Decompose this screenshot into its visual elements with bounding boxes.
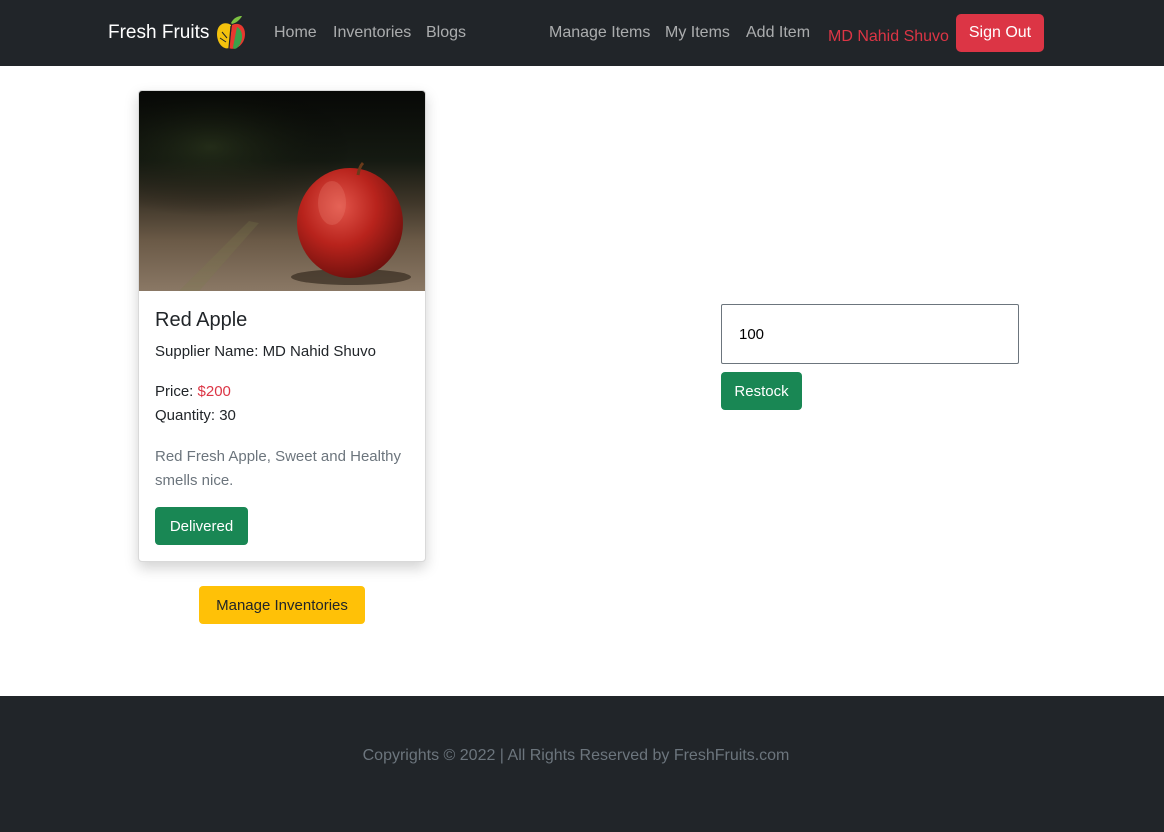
page-footer: Copyrights © 2022 | All Rights Reserved … bbox=[0, 696, 1164, 832]
sign-out-button[interactable]: Sign Out bbox=[956, 14, 1044, 52]
manage-inventories-button[interactable]: Manage Inventories bbox=[199, 586, 365, 624]
brand-name: Fresh Fruits bbox=[108, 22, 210, 43]
supplier-label: Supplier Name: bbox=[155, 343, 263, 360]
restock-button[interactable]: Restock bbox=[721, 372, 802, 410]
nav-my-items-link[interactable]: My Items bbox=[665, 22, 730, 44]
apple-logo-icon bbox=[217, 16, 246, 49]
nav-home-link[interactable]: Home bbox=[274, 22, 317, 44]
nav-blogs-link[interactable]: Blogs bbox=[426, 22, 466, 44]
item-price: Price: $200 bbox=[155, 383, 231, 400]
item-name: Red Apple bbox=[155, 309, 248, 331]
delivered-button[interactable]: Delivered bbox=[155, 507, 248, 545]
top-navbar: Fresh Fruits Home Inventories Blogs Mana… bbox=[0, 0, 1164, 66]
nav-inventories-link[interactable]: Inventories bbox=[333, 22, 411, 44]
item-supplier: Supplier Name: MD Nahid Shuvo bbox=[155, 343, 376, 360]
price-label: Price: bbox=[155, 383, 198, 400]
inventory-item-card: Red Apple Supplier Name: MD Nahid Shuvo … bbox=[138, 90, 426, 562]
footer-copyright: Copyrights © 2022 | All Rights Reserved … bbox=[362, 747, 790, 764]
item-quantity: Quantity: 30 bbox=[155, 407, 236, 424]
quantity-label: Quantity: bbox=[155, 407, 220, 424]
nav-add-item-link[interactable]: Add Item bbox=[746, 22, 810, 44]
red-apple-image bbox=[139, 91, 425, 291]
brand-link[interactable]: Fresh Fruits bbox=[108, 14, 247, 52]
quantity-value: 30 bbox=[219, 407, 236, 424]
supplier-name: MD Nahid Shuvo bbox=[262, 343, 376, 360]
price-value: $200 bbox=[197, 383, 231, 400]
item-description: Red Fresh Apple, Sweet and Healthy smell… bbox=[155, 448, 401, 489]
restock-quantity-input[interactable] bbox=[721, 304, 1019, 364]
nav-manage-items-link[interactable]: Manage Items bbox=[549, 22, 650, 44]
user-name: MD Nahid Shuvo bbox=[828, 28, 949, 45]
